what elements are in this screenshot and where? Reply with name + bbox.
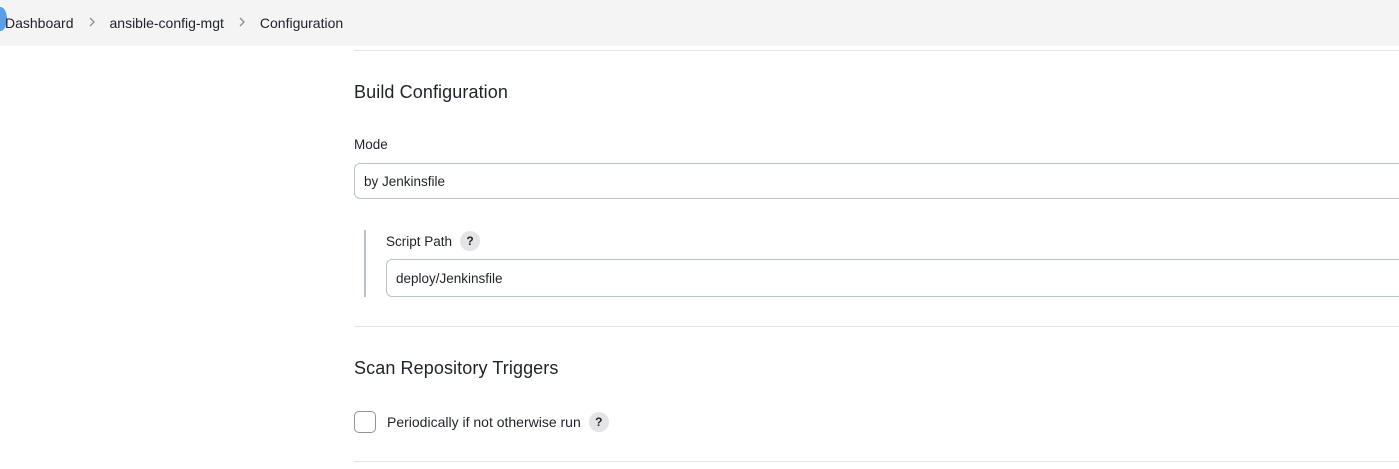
build-configuration-title: Build Configuration <box>354 82 508 102</box>
periodic-checkbox[interactable] <box>354 411 376 433</box>
breadcrumb-item-configuration[interactable]: Configuration <box>260 15 343 31</box>
breadcrumb: Dashboard ansible-config-mgt Configurati… <box>0 0 1399 46</box>
periodic-checkbox-label-row: Periodically if not otherwise run ? <box>387 411 609 433</box>
section-divider <box>354 50 1399 51</box>
section-divider <box>354 326 1399 327</box>
mode-select[interactable]: by Jenkinsfile <box>354 163 1399 199</box>
chevron-right-icon <box>88 16 96 31</box>
breadcrumb-item-dashboard[interactable]: Dashboard <box>5 15 74 31</box>
help-icon[interactable]: ? <box>588 412 609 432</box>
scan-triggers-section: Scan Repository Triggers <box>354 358 559 379</box>
script-path-input[interactable]: deploy/Jenkinsfile <box>386 259 1399 297</box>
script-path-label-row: Script Path ? <box>386 231 481 251</box>
script-path-label: Script Path <box>386 233 453 249</box>
script-path-value: deploy/Jenkinsfile <box>396 270 503 286</box>
scan-triggers-title: Scan Repository Triggers <box>354 358 559 378</box>
periodic-checkbox-label[interactable]: Periodically if not otherwise run <box>387 414 581 430</box>
section-divider <box>354 461 1399 462</box>
nested-section-bar <box>364 230 366 297</box>
help-icon[interactable]: ? <box>460 231 481 251</box>
breadcrumb-row: Dashboard ansible-config-mgt Configurati… <box>5 15 343 31</box>
mode-label: Mode <box>354 137 388 152</box>
breadcrumb-item-job[interactable]: ansible-config-mgt <box>110 15 224 31</box>
mode-select-value: by Jenkinsfile <box>364 173 446 189</box>
chevron-right-icon <box>238 16 246 31</box>
build-configuration-section: Build Configuration <box>354 82 508 103</box>
